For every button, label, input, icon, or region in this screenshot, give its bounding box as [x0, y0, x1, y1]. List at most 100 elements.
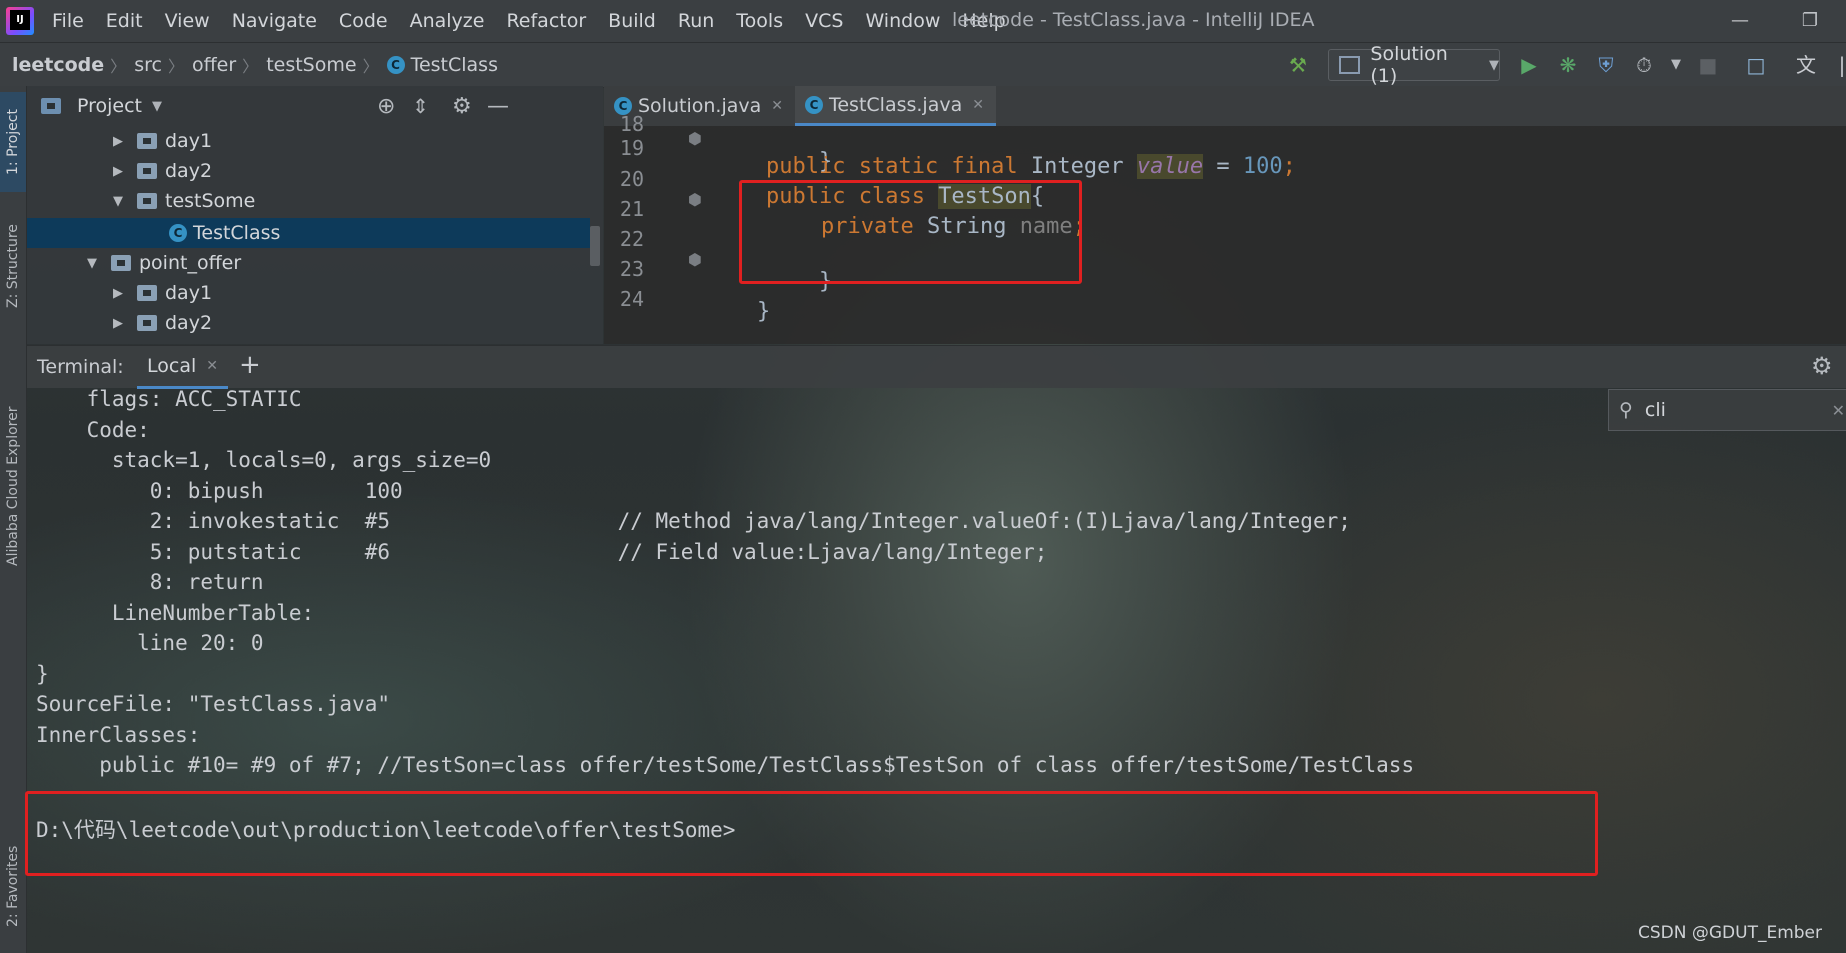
code-token: =	[1203, 154, 1243, 179]
project-panel-header: Project ▼ ⊕ ⇕ ⚙ —	[27, 86, 603, 126]
tree-item-day2[interactable]: ▶ day2	[113, 308, 212, 338]
breadcrumb-testsome[interactable]: testSome	[266, 54, 356, 76]
tree-item-label: day2	[165, 312, 213, 334]
chevron-right-icon: 〉	[242, 57, 259, 76]
line-number: 24	[619, 287, 644, 311]
locate-icon[interactable]: ⊕	[377, 94, 395, 119]
terminal-line: LineNumberTable:	[36, 601, 315, 625]
terminal-line: stack=1, locals=0, args_size=0	[36, 448, 492, 472]
run-configuration-select[interactable]: Solution (1) ▼	[1328, 43, 1500, 87]
terminal-title: Terminal:	[37, 356, 124, 378]
tab-label: TestClass.java	[828, 93, 963, 116]
menu-run[interactable]: Run	[674, 10, 718, 32]
close-icon[interactable]: ✕	[771, 98, 783, 114]
menu-tools[interactable]: Tools	[732, 10, 787, 32]
terminal-line: InnerClasses:	[36, 723, 201, 747]
tree-item-day1[interactable]: ▶ day1	[113, 126, 212, 156]
tab-favorites[interactable]: 2: Favorites	[0, 826, 26, 946]
tree-item-day1[interactable]: ▶ day1	[113, 278, 212, 308]
menu-code[interactable]: Code	[335, 10, 392, 32]
gear-icon[interactable]: ⚙	[1811, 352, 1833, 380]
code-line-24: }	[704, 274, 770, 349]
package-folder-icon	[137, 133, 157, 149]
build-hammer-icon[interactable]: ⚒	[1284, 51, 1312, 79]
more-icon[interactable]: |	[1828, 51, 1846, 79]
expand-arrow-icon[interactable]: ▶	[113, 164, 127, 179]
stop-icon[interactable]: ■	[1694, 51, 1722, 79]
highlight-box-inner-class	[739, 180, 1082, 284]
tab-project[interactable]: 1: Project	[0, 92, 26, 192]
chevron-right-icon: 〉	[110, 57, 127, 76]
breadcrumb-offer[interactable]: offer	[192, 54, 236, 76]
collapse-arrow-icon[interactable]: ▼	[113, 194, 127, 209]
menu-window[interactable]: Window	[861, 10, 944, 32]
expand-arrow-icon[interactable]: ▶	[113, 134, 127, 149]
line-number: 20	[619, 167, 644, 191]
fold-icon[interactable]: ⬢	[688, 250, 702, 269]
menu-vcs[interactable]: VCS	[801, 10, 847, 32]
menu-refactor[interactable]: Refactor	[502, 10, 590, 32]
menu-navigate[interactable]: Navigate	[228, 10, 321, 32]
chevron-down-icon: ▼	[1489, 57, 1499, 73]
gear-icon[interactable]: ⚙	[452, 94, 472, 119]
menu-edit[interactable]: Edit	[102, 10, 147, 32]
breadcrumb-testclass[interactable]: TestClass	[411, 54, 498, 76]
tab-cloud-label: Alibaba Cloud Explorer	[5, 406, 21, 566]
add-icon[interactable]: +	[239, 350, 261, 380]
chevron-down-icon[interactable]: ▼	[1662, 51, 1690, 79]
terminal-line: }	[36, 662, 49, 686]
class-icon: C	[386, 56, 405, 74]
translate-icon[interactable]: 文	[1792, 51, 1820, 79]
menu-view[interactable]: View	[161, 10, 214, 32]
menu-build[interactable]: Build	[604, 10, 660, 32]
chevron-down-icon[interactable]: ▼	[152, 99, 162, 114]
tab-testclass-java[interactable]: C TestClass.java ✕	[794, 86, 996, 126]
editor-tab-bar: C Solution.java ✕ C TestClass.java ✕	[604, 86, 1846, 126]
collapse-arrow-icon[interactable]: ▼	[87, 256, 101, 271]
breadcrumb-src[interactable]: src	[134, 54, 162, 76]
terminal-output[interactable]: flags: ACC_STATIC Code: stack=1, locals=…	[25, 387, 1846, 953]
tree-item-testclass[interactable]: C TestClass	[169, 218, 280, 248]
expand-arrow-icon[interactable]: ▶	[113, 286, 127, 301]
project-scrollbar[interactable]	[590, 226, 600, 266]
breadcrumb: leetcode 〉 src 〉 offer 〉 testSome 〉 C Te…	[12, 53, 504, 77]
close-icon[interactable]: ✕	[972, 97, 984, 113]
breadcrumb-leetcode[interactable]: leetcode	[12, 54, 104, 76]
left-tool-stripe: 1: Project Z: Structure Alibaba Cloud Ex…	[0, 86, 27, 953]
project-window-icon	[41, 98, 61, 114]
tree-item-day2[interactable]: ▶ day2	[113, 156, 212, 186]
code-type: Integer	[1030, 154, 1137, 179]
code-field: value	[1136, 154, 1204, 179]
fold-icon[interactable]: ⬢	[688, 129, 702, 148]
expand-arrow-icon[interactable]: ▶	[113, 316, 127, 331]
project-structure-icon[interactable]: □	[1742, 51, 1770, 79]
tree-item-testsome[interactable]: ▼ testSome	[113, 186, 255, 216]
collapse-all-icon[interactable]: ⇕	[412, 94, 429, 118]
run-icon[interactable]: ▶	[1515, 51, 1543, 79]
package-folder-icon	[137, 193, 157, 209]
tab-structure[interactable]: Z: Structure	[0, 206, 26, 326]
app-config-icon	[1339, 56, 1361, 74]
hide-panel-icon[interactable]: —	[487, 94, 509, 119]
terminal-tab-local[interactable]: Local ✕	[137, 346, 228, 389]
profile-icon[interactable]: ⏱	[1630, 51, 1658, 79]
coverage-icon[interactable]: ⛨	[1592, 51, 1620, 79]
project-view-selector[interactable]: Project	[77, 95, 142, 117]
tree-item-label: day1	[165, 282, 213, 304]
code-editor[interactable]: C Solution.java ✕ C TestClass.java ✕ 18 …	[604, 86, 1846, 344]
fold-icon[interactable]: ⬢	[688, 190, 702, 209]
editor-gutter: 18 19 20 21 22 23 24	[604, 112, 694, 344]
debug-icon[interactable]: ❋	[1554, 51, 1582, 79]
line-number: 19	[619, 136, 644, 160]
menu-analyze[interactable]: Analyze	[406, 10, 489, 32]
tab-alibaba-cloud-explorer[interactable]: Alibaba Cloud Explorer	[0, 376, 26, 596]
terminal-line: 8: return	[36, 570, 264, 594]
menu-file[interactable]: File	[48, 10, 88, 32]
restore-icon[interactable]: ❐	[1790, 6, 1830, 36]
tab-favorites-label: 2: Favorites	[5, 845, 21, 927]
close-icon[interactable]: ✕	[206, 358, 218, 374]
class-icon: C	[804, 95, 823, 114]
tree-selection-highlight	[27, 218, 590, 248]
minimize-icon[interactable]: —	[1720, 6, 1760, 36]
tree-item-point-offer[interactable]: ▼ point_offer	[87, 248, 241, 278]
